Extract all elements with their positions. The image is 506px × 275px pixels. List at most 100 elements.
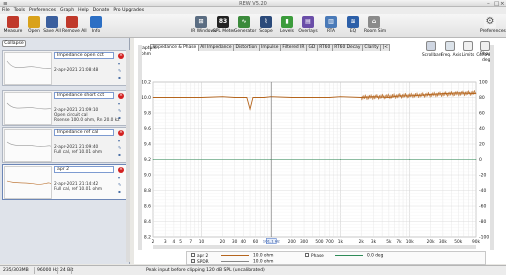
measurement-name[interactable]: apr 2 [54,166,114,173]
save-icon [46,16,58,28]
tab-impulse[interactable]: Impulse [258,44,281,51]
thumbnail-plot [6,141,51,147]
edit-notes-icon[interactable]: ✎ [118,69,123,73]
menu-graph[interactable]: Graph [58,7,76,13]
remove-measurement-icon[interactable]: × [118,93,124,99]
menu-tools[interactable]: Tools [12,7,27,13]
eq-button[interactable]: ≋ EQ [343,15,363,37]
legend-value: 10.0 ohm [253,259,274,265]
toolbar-label: SPL Meter [213,29,235,34]
legend-swatch [221,260,249,262]
menu-pro-upgrades[interactable]: Pro Upgrades [111,7,146,13]
trash-icon [66,16,78,28]
thumbnail-plot [6,102,51,110]
lock-icon[interactable]: ▪ [118,190,123,194]
left-axis-units: ohm [141,52,151,57]
edit-notes-icon[interactable]: ✎ [118,109,123,113]
room-sim-button[interactable]: ⌂ Room Sim [364,15,386,37]
limits-button[interactable]: Limits [459,41,477,57]
measurements-scrollbar[interactable] [126,50,130,262]
tab-filtered-ir[interactable]: Filtered IR [279,44,307,51]
limits-icon [463,41,473,51]
lock-icon[interactable]: ▪ [118,76,123,80]
legend-entry[interactable]: SPDR 10.0 ohm [191,259,273,265]
tab-impedance-phase[interactable]: Impedance & Phase [150,44,199,51]
remove-measurement-icon[interactable]: × [118,167,124,173]
close-icon[interactable]: × [500,1,505,7]
legend-checkbox[interactable] [191,259,195,263]
legend-swatch [335,254,363,256]
toolbar-label: Save All [43,29,61,34]
tab-rt60-decay[interactable]: RT60 Decay [331,44,363,51]
graph-panel: Impedance & Phase All Impedance Distortion… [134,38,506,264]
rta-button[interactable]: ▥ RTA [321,15,341,37]
tab-clarity[interactable]: Clarity [361,44,382,51]
menu-file[interactable]: File [0,7,12,13]
measurement-card[interactable]: Impedance short cct × ▾ ✎ ▪ 2-apr-2021 21:09:… [2,90,127,126]
levels-icon: ▮ [281,16,293,28]
overlays-button[interactable]: ▤ Overlays [298,15,318,37]
graph-tabs: Impedance & Phase All Impedance Distortion… [150,44,391,51]
legend-checkbox[interactable] [305,253,309,257]
remove-all-button[interactable]: Remove All [62,15,87,37]
preferences-button[interactable]: ⚙ Preferences [480,15,506,37]
measurement-notes: Full cal, ref 10.01 ohm [54,187,103,192]
save-all-button[interactable]: Save All [42,15,62,37]
measurement-name[interactable]: Impedance ref cal [54,129,114,136]
remove-measurement-icon[interactable]: × [118,53,124,59]
edit-notes-icon[interactable]: ✎ [118,183,123,187]
tab-distortion[interactable]: Distortion [233,44,260,51]
spl-meter-button[interactable]: 83 SPL Meter [213,15,235,37]
tab-rt60[interactable]: RT60 [316,44,333,51]
title-bar: ≡ REW V5.20 – □ × [0,0,506,7]
overlays-icon: ▤ [302,16,314,28]
toolbar-label: Overlays [298,29,318,34]
open-button[interactable]: Open [24,15,44,37]
measurement-notes-2: Rsense 100.0 ohm, Rn 20.0 kz [54,118,120,123]
menu-help[interactable]: Help [76,7,90,13]
measure-button[interactable]: Measure [3,15,23,37]
info-button[interactable]: Info [86,15,106,37]
measurement-name[interactable]: Impedance short cct [54,92,114,99]
sample-rate: 96000 Hz [37,268,59,273]
measurement-name[interactable]: Impedance open cct [54,52,114,59]
legend-checkbox[interactable] [191,253,195,257]
generator-button[interactable]: ∿ Generator [234,15,256,37]
toolbar-label: Scope [259,29,273,34]
freq-axis-icon [445,41,455,51]
scrollbars-button[interactable]: Scrollbars [422,41,443,57]
legend-value: 10.0 ohm [253,253,274,259]
save-measurement-icon[interactable]: ▾ [118,62,123,66]
legend-entry[interactable]: Phase 0.0 deg [305,253,383,259]
minimize-icon[interactable]: – [487,1,490,7]
legend-name: apr 2 [197,253,209,259]
save-measurement-icon[interactable]: ▾ [118,102,123,106]
lock-icon[interactable]: ▪ [118,153,123,157]
edit-notes-icon[interactable]: ✎ [118,146,123,150]
menu-preferences[interactable]: Preferences [27,7,58,13]
graph-legend: apr 2 10.0 ohm Phase 0.0 deg SPDR 10.0 ohm [186,251,486,265]
remove-measurement-icon[interactable]: × [118,130,124,136]
measurement-card[interactable]: Impedance open cct × ▾ ✎ ▪ 2-apr-2021 21:08:4… [2,50,127,86]
measurement-card[interactable]: Impedance ref cal × ▾ ✎ ▪ 2-apr-2021 21:09:40… [2,127,127,163]
controls-icon [480,41,490,51]
ir-windows-button[interactable]: ⊞ IR Windows [191,15,216,37]
measurement-card[interactable]: apr 2 × ▾ ✎ ▪ 2-apr-2021 21:14:42 Full cal, re… [2,164,127,200]
freq-axis-button[interactable]: Freq. Axis [441,41,461,57]
menu-donate[interactable]: Donate [91,7,112,13]
collapse-button[interactable]: Collapse [2,40,26,47]
maximize-icon[interactable]: □ [494,1,499,7]
levels-button[interactable]: ▮ Levels [277,15,297,37]
measurements-panel: Collapse Impedance open cct × ▾ ✎ ▪ 2-apr-202… [0,38,130,264]
save-measurement-icon[interactable]: ▾ [118,139,123,143]
scope-button[interactable]: ⌇ Scope [256,15,276,37]
status-message: Peak input before clipping 120 dB SPL (u… [146,268,265,273]
gear-icon: ⚙ [484,16,496,28]
measurement-thumbnail [4,92,52,125]
toolbar-label: RTA [326,29,336,34]
save-measurement-icon[interactable]: ▾ [118,176,123,180]
measurement-thumbnail [4,52,52,85]
legend-entry[interactable]: apr 2 10.0 ohm [191,253,273,259]
tab--[interactable]: |< [380,44,391,51]
tab-all-impedance[interactable]: All Impedance [197,44,235,51]
